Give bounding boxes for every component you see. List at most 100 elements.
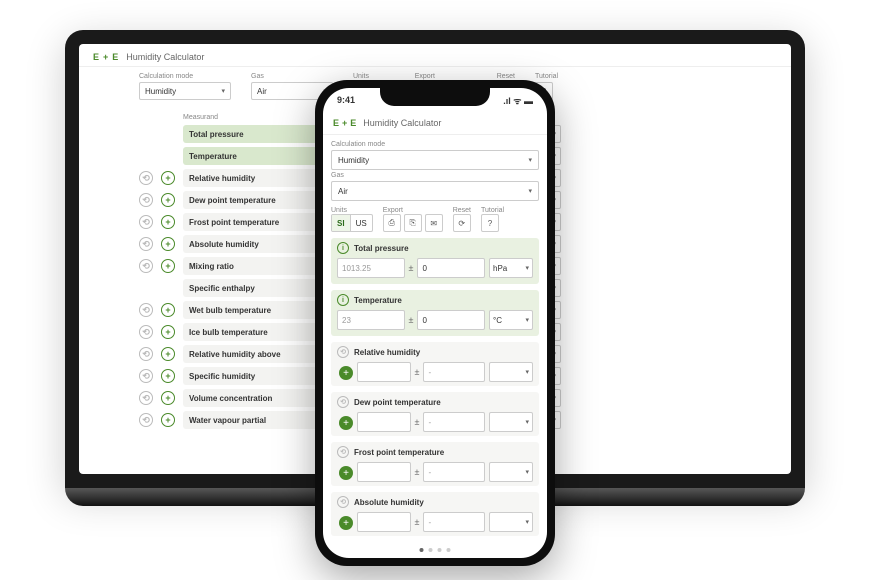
calc-mode-select[interactable]: Humidity▾ (139, 82, 231, 100)
plus-minus-label: ± (415, 417, 420, 427)
tutorial-label: Tutorial (535, 73, 558, 80)
value-input[interactable] (357, 412, 411, 432)
value-input[interactable]: 23 (337, 310, 405, 330)
toggle-icon[interactable]: ⟲ (337, 446, 349, 458)
value-input[interactable] (357, 362, 411, 382)
app-title: Humidity Calculator (126, 52, 204, 62)
toggle-icon[interactable]: ⟲ (139, 215, 153, 229)
measurand-name: Wet bulb temperature (183, 301, 333, 319)
p-units-segmented[interactable]: SIUS (331, 214, 373, 232)
measurand-name: Dew point temperature (183, 191, 333, 209)
unit-select[interactable]: ▾ (489, 412, 533, 432)
toggle-icon[interactable]: ⟲ (139, 193, 153, 207)
plus-minus-label: ± (409, 315, 414, 325)
brand-logo-e: E (93, 52, 99, 62)
measurand-name: Temperature (354, 296, 402, 305)
p-gas-select[interactable]: Air▾ (331, 181, 539, 201)
unit-select[interactable]: ▾ (489, 512, 533, 532)
p-calc-mode-select[interactable]: Humidity▾ (331, 150, 539, 170)
measurand-name: Relative humidity (354, 348, 420, 357)
output-card: ⟲Relative humidity+±-▾ (331, 342, 539, 386)
plus-minus-label: ± (415, 517, 420, 527)
toggle-icon[interactable]: ⟲ (139, 347, 153, 361)
info-icon[interactable]: i (337, 242, 349, 254)
chevron-down-icon: ▾ (221, 87, 225, 95)
input-card: iTotal pressure1013.25±0hPa▾ (331, 238, 539, 284)
app-header: E + E Humidity Calculator (79, 44, 791, 67)
measurand-name: Relative humidity (183, 169, 333, 187)
status-right: .ıl ᯤ ▬ (503, 94, 533, 107)
gas-label: Gas (251, 73, 333, 80)
accuracy-input[interactable]: 0 (417, 310, 485, 330)
add-button[interactable]: + (339, 516, 353, 530)
info-icon[interactable]: i (337, 294, 349, 306)
measurand-name: Absolute humidity (354, 498, 424, 507)
toggle-icon[interactable]: ⟲ (139, 325, 153, 339)
plus-minus-label: ± (409, 263, 414, 273)
measurand-name: Temperature (183, 147, 333, 165)
toggle-icon[interactable]: ⟲ (337, 346, 349, 358)
toggle-icon[interactable]: ⟲ (337, 496, 349, 508)
add-icon[interactable]: + (161, 259, 175, 273)
add-icon[interactable]: + (161, 413, 175, 427)
export-label: Export (415, 73, 477, 80)
status-time: 9:41 (337, 95, 355, 105)
toggle-icon[interactable]: ⟲ (139, 391, 153, 405)
toggle-icon[interactable]: ⟲ (139, 413, 153, 427)
add-button[interactable]: + (339, 416, 353, 430)
toggle-icon[interactable]: ⟲ (139, 237, 153, 251)
add-icon[interactable]: + (161, 347, 175, 361)
add-icon[interactable]: + (161, 215, 175, 229)
export-mail-icon[interactable]: ✉ (425, 214, 443, 232)
toggle-icon[interactable]: ⟲ (139, 369, 153, 383)
units-label: Units (353, 73, 395, 80)
unit-select[interactable]: ▾ (489, 462, 533, 482)
add-button[interactable]: + (339, 466, 353, 480)
unit-select[interactable]: °C▾ (489, 310, 533, 330)
add-button[interactable]: + (339, 366, 353, 380)
toggle-icon[interactable]: ⟲ (139, 303, 153, 317)
add-icon[interactable]: + (161, 369, 175, 383)
value-input[interactable]: 1013.25 (337, 258, 405, 278)
chevron-down-icon: ▾ (528, 156, 532, 164)
unit-select[interactable]: ▾ (489, 362, 533, 382)
output-card: ⟲ Absolute humidity+ ±-▾ (331, 492, 539, 536)
reset-label: Reset (497, 73, 515, 80)
brand-logo-plus: + (103, 52, 108, 62)
add-icon[interactable]: + (161, 325, 175, 339)
add-icon[interactable]: + (161, 391, 175, 405)
plus-minus-label: ± (415, 467, 420, 477)
measurand-name: Mixing ratio (183, 257, 333, 275)
calc-mode-label: Calculation mode (139, 73, 231, 80)
add-icon[interactable]: + (161, 303, 175, 317)
value-input[interactable] (357, 462, 411, 482)
add-icon[interactable]: + (161, 193, 175, 207)
reset-button[interactable]: ⟳ (453, 214, 471, 232)
measurand-name: Dew point temperature (354, 398, 441, 407)
tutorial-button[interactable]: ? (481, 214, 499, 232)
accuracy-input[interactable]: - (423, 512, 485, 532)
page-dots (420, 548, 451, 552)
toggle-icon[interactable]: ⟲ (337, 396, 349, 408)
add-icon[interactable]: + (161, 171, 175, 185)
p-gas-label: Gas (331, 172, 539, 179)
measurand-name: Water vapour partial (183, 411, 333, 429)
toggle-icon[interactable]: ⟲ (139, 171, 153, 185)
phone-app-header: E + E Humidity Calculator (323, 112, 547, 135)
phone-device: 9:41 .ıl ᯤ ▬ E + E Humidity Calculator C… (315, 80, 555, 566)
unit-select[interactable]: hPa▾ (489, 258, 533, 278)
toggle-icon[interactable]: ⟲ (139, 259, 153, 273)
value-input[interactable] (357, 512, 411, 532)
accuracy-input[interactable]: 0 (417, 258, 485, 278)
export-copy-icon[interactable]: ⎘ (404, 214, 422, 232)
p-calc-mode-label: Calculation mode (331, 141, 539, 148)
add-icon[interactable]: + (161, 237, 175, 251)
measurand-name: Volume concentration (183, 389, 333, 407)
phone-notch (380, 88, 490, 106)
accuracy-input[interactable]: - (423, 362, 485, 382)
measurand-name: Relative humidity above (183, 345, 333, 363)
measurand-name: Ice bulb temperature (183, 323, 333, 341)
accuracy-input[interactable]: - (423, 462, 485, 482)
export-doc-icon[interactable]: ⎙ (383, 214, 401, 232)
accuracy-input[interactable]: - (423, 412, 485, 432)
